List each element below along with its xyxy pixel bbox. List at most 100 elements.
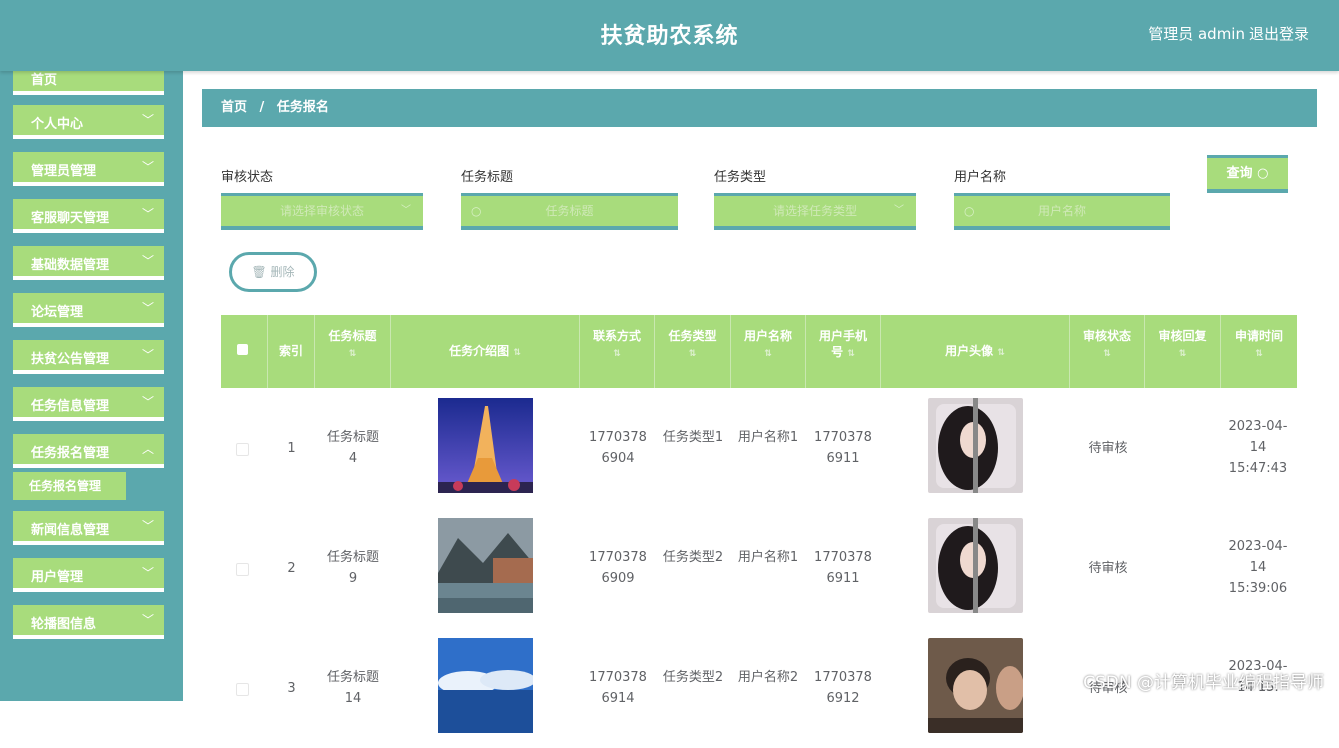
- chevron-down-icon: ﹀: [141, 519, 154, 533]
- cell-type: 任务类型2: [662, 550, 724, 565]
- sidebar-item-label: 客服聊天管理: [31, 211, 110, 226]
- header-select-all[interactable]: [221, 315, 268, 388]
- header-image[interactable]: 任务介绍图 ⇅: [391, 315, 580, 388]
- sort-icon[interactable]: ⇅: [689, 349, 697, 359]
- sidebar-item-task-signup[interactable]: 任务报名管理 ︿: [13, 434, 164, 468]
- header-image-label: 任务介绍图: [449, 344, 510, 358]
- sidebar-item-personal-center[interactable]: 个人中心 ﹀: [13, 105, 164, 139]
- search-icon: ○: [964, 204, 975, 218]
- status-filter-placeholder: 请选择审核状态: [279, 204, 364, 218]
- user-avatar[interactable]: [928, 638, 1023, 733]
- user-filter-placeholder: 用户名称: [1037, 204, 1086, 218]
- cell-title: 任务标题9: [326, 550, 379, 586]
- cell-time: 2023-04-14 15:39:06: [1228, 539, 1288, 596]
- title-filter-input[interactable]: ○ 任务标题: [461, 193, 678, 230]
- select-all-checkbox[interactable]: [237, 344, 248, 355]
- cell-title: 任务标题4: [326, 430, 379, 466]
- user-filter-input[interactable]: ○ 用户名称: [954, 193, 1170, 230]
- header-contact[interactable]: 联系方式 ⇅: [580, 315, 655, 388]
- sidebar-item-chat-management[interactable]: 客服聊天管理 ﹀: [13, 199, 164, 233]
- sidebar-item-forum[interactable]: 论坛管理 ﹀: [13, 293, 164, 327]
- sidebar-item-label: 首页: [31, 73, 58, 88]
- sidebar-item-label: 用户管理: [31, 570, 84, 585]
- sidebar-item-task-info[interactable]: 任务信息管理 ﹀: [13, 387, 164, 421]
- sidebar-subitem-task-signup[interactable]: 任务报名管理: [13, 472, 126, 500]
- sidebar-item-label: 任务报名管理: [31, 446, 110, 461]
- header-avatar-label: 用户头像: [945, 344, 994, 358]
- type-filter-placeholder: 请选择任务类型: [772, 204, 857, 218]
- sort-icon[interactable]: ⇅: [613, 349, 621, 359]
- cell-type: 任务类型1: [662, 430, 724, 445]
- cell-username: 用户名称1: [737, 430, 799, 445]
- sort-icon[interactable]: ⇅: [1255, 349, 1263, 359]
- trash-icon: 🗑: [251, 265, 271, 279]
- sidebar-item-label: 轮播图信息: [31, 617, 97, 632]
- row-checkbox[interactable]: [236, 563, 249, 576]
- header-type[interactable]: 任务类型 ⇅: [655, 315, 731, 388]
- table-header: 索引 任务标题 ⇅ 任务介绍图 ⇅ 联系方式 ⇅ 任务类型 ⇅ 用户名称 ⇅ 用户手机号…: [221, 315, 1297, 388]
- task-image-thumbnail[interactable]: [438, 518, 533, 613]
- task-image-thumbnail[interactable]: [438, 398, 533, 493]
- sidebar-item-users[interactable]: 用户管理 ﹀: [13, 558, 164, 592]
- breadcrumb-current: 任务报名: [276, 100, 329, 115]
- sidebar-item-label: 任务信息管理: [31, 399, 110, 414]
- cell-contact: 17703786909: [589, 550, 647, 586]
- query-button[interactable]: 查询 ○: [1207, 155, 1288, 193]
- sort-icon[interactable]: ⇅: [847, 349, 855, 359]
- header-reply[interactable]: 审核回复 ⇅: [1145, 315, 1221, 388]
- header-username[interactable]: 用户名称 ⇅: [731, 315, 806, 388]
- row-checkbox[interactable]: [236, 683, 249, 696]
- watermark: CSDN @计算机毕业编程指导师: [1083, 673, 1324, 693]
- row-checkbox[interactable]: [236, 443, 249, 456]
- chevron-down-icon: ﹀: [141, 301, 154, 315]
- cell-title: 任务标题14: [326, 670, 379, 706]
- logout-link[interactable]: 退出登录: [1249, 23, 1309, 44]
- sidebar-item-announcements[interactable]: 扶贫公告管理 ﹀: [13, 340, 164, 374]
- header-phone[interactable]: 用户手机号 ⇅: [806, 315, 881, 388]
- sidebar-item-carousel[interactable]: 轮播图信息 ﹀: [13, 605, 164, 639]
- chevron-up-icon: ︿: [141, 442, 154, 456]
- header-type-label: 任务类型: [668, 329, 717, 343]
- chevron-down-icon: ﹀: [401, 205, 411, 216]
- cell-contact: 17703786914: [589, 670, 647, 706]
- user-avatar[interactable]: [928, 518, 1023, 613]
- breadcrumb-home[interactable]: 首页: [221, 89, 247, 127]
- sort-icon[interactable]: ⇅: [1103, 349, 1111, 359]
- header-avatar[interactable]: 用户头像 ⇅: [881, 315, 1070, 388]
- sidebar-item-basic-data[interactable]: 基础数据管理 ﹀: [13, 246, 164, 280]
- cell-index: 1: [287, 441, 296, 456]
- sidebar-item-home[interactable]: 首页: [13, 71, 164, 95]
- header-username-label: 用户名称: [743, 329, 792, 343]
- header-time[interactable]: 申请时间 ⇅: [1221, 315, 1297, 388]
- table-row[interactable]: 2 任务标题9 17703786909 任务类型2 用户名称1 17703786…: [221, 508, 1297, 628]
- sidebar-item-news[interactable]: 新闻信息管理 ﹀: [13, 511, 164, 545]
- user-filter-label: 用户名称: [954, 170, 1007, 185]
- sort-icon[interactable]: ⇅: [513, 348, 521, 358]
- delete-button[interactable]: 🗑 删除: [229, 252, 317, 292]
- sidebar-item-label: 个人中心: [31, 117, 84, 132]
- chevron-down-icon: ﹀: [141, 254, 154, 268]
- type-filter-select[interactable]: 请选择任务类型 ﹀: [714, 193, 916, 230]
- header-reply-label: 审核回复: [1158, 329, 1207, 343]
- sidebar-item-admin-management[interactable]: 管理员管理 ﹀: [13, 152, 164, 186]
- chevron-down-icon: ﹀: [141, 613, 154, 627]
- sort-icon[interactable]: ⇅: [764, 349, 772, 359]
- task-image-thumbnail[interactable]: [438, 638, 536, 733]
- header-phone-label: 用户手机号: [818, 329, 867, 359]
- table-row[interactable]: 1 任务标题4 17703786904 任务类型1 用户名称1 17703786…: [221, 388, 1297, 508]
- header-title[interactable]: 任务标题 ⇅: [315, 315, 391, 388]
- sort-icon[interactable]: ⇅: [349, 349, 357, 359]
- sort-icon[interactable]: ⇅: [997, 348, 1005, 358]
- sidebar-item-label: 新闻信息管理: [31, 523, 110, 538]
- sort-icon[interactable]: ⇅: [1179, 349, 1187, 359]
- header-status[interactable]: 审核状态 ⇅: [1070, 315, 1145, 388]
- status-filter-select[interactable]: 请选择审核状态 ﹀: [221, 193, 423, 230]
- user-avatar[interactable]: [928, 398, 1023, 493]
- cell-status: 待审核: [1088, 561, 1128, 576]
- header-title-label: 任务标题: [328, 329, 377, 343]
- cell-contact: 17703786904: [589, 430, 647, 466]
- sidebar: 首页 个人中心 ﹀ 管理员管理 ﹀ 客服聊天管理 ﹀ 基础数据管理 ﹀ 论坛管理…: [0, 71, 183, 701]
- cell-index: 3: [287, 681, 296, 696]
- status-filter-label: 审核状态: [221, 170, 274, 185]
- app-title: 扶贫助农系统: [600, 24, 739, 49]
